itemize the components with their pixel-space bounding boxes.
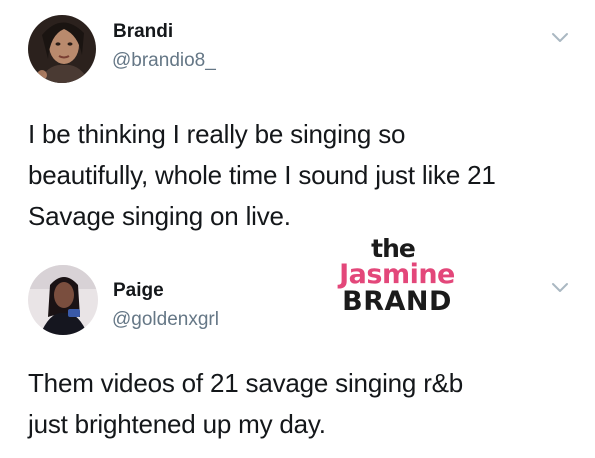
tweet-text: Them videos of 21 savage singing r&b jus…	[28, 368, 464, 439]
display-name[interactable]: Brandi	[113, 21, 173, 43]
avatar[interactable]	[28, 15, 96, 83]
username-handle[interactable]: @goldenxgrl	[112, 309, 219, 331]
chevron-down-icon[interactable]	[551, 32, 569, 44]
display-name[interactable]: Paige	[113, 280, 164, 302]
tweet-card[interactable]: Brandi @brandio8_ I be thinking I really…	[0, 0, 595, 240]
avatar[interactable]	[28, 265, 98, 335]
tweet-card[interactable]: Paige @goldenxgrl Them videos of 21 sava…	[0, 240, 595, 458]
watermark-jasmine: Jasmine	[339, 259, 455, 290]
chevron-down-icon[interactable]	[551, 282, 569, 294]
username-handle[interactable]: @brandio8_	[112, 50, 216, 72]
tweet-text: I be thinking I really be singing so bea…	[28, 119, 496, 231]
watermark-logo: the Jasmine BRAND	[322, 236, 472, 318]
watermark-brand: BRAND	[342, 286, 452, 317]
